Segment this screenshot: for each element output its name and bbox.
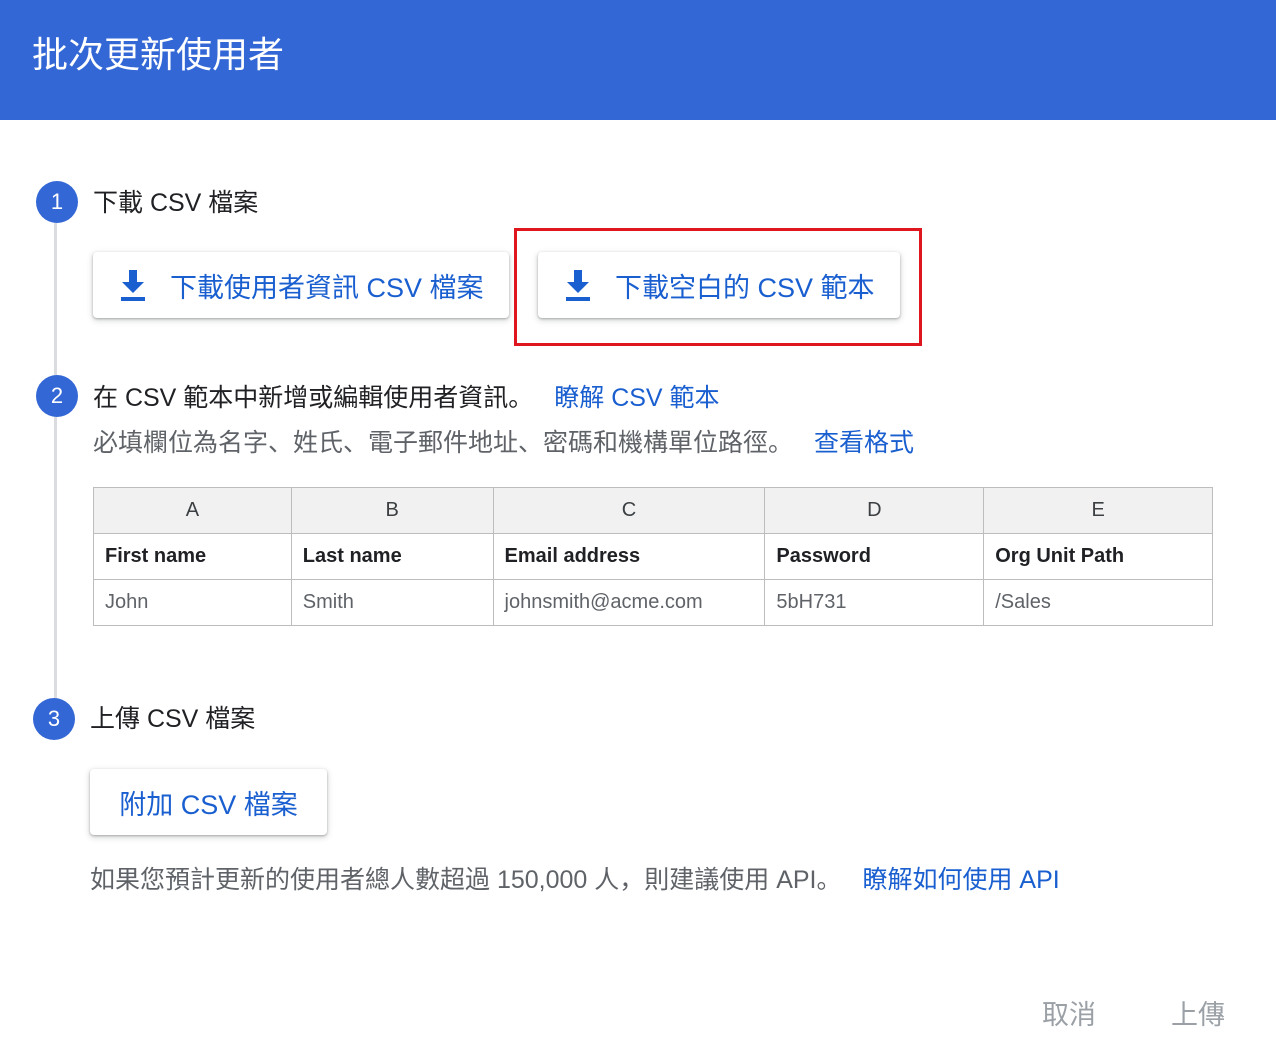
example-value-cell: /Sales bbox=[983, 579, 1213, 626]
step-2-badge: 2 bbox=[36, 375, 78, 417]
step-1-title: 下載 CSV 檔案 bbox=[93, 189, 259, 217]
step-2-title-row: 在 CSV 範本中新增或編輯使用者資訊。 瞭解 CSV 範本 bbox=[93, 380, 720, 416]
example-value-cell: Smith bbox=[290, 579, 494, 626]
column-header: A bbox=[93, 487, 292, 534]
column-header: E bbox=[983, 487, 1213, 534]
cancel-button[interactable]: 取消 bbox=[1042, 993, 1096, 1032]
field-name-cell: Org Unit Path bbox=[983, 533, 1213, 580]
download-user-info-label: 下載使用者資訊 CSV 檔案 bbox=[170, 272, 484, 303]
step-3-badge: 3 bbox=[33, 698, 75, 740]
api-note-text: 如果您預計更新的使用者總人數超過 150,000 人，則建議使用 API。 bbox=[90, 866, 842, 894]
highlight-box bbox=[514, 228, 922, 346]
download-user-info-button[interactable]: 下載使用者資訊 CSV 檔案 bbox=[93, 252, 509, 318]
learn-api-link[interactable]: 瞭解如何使用 API bbox=[862, 866, 1059, 894]
download-icon bbox=[121, 270, 145, 301]
table-row-fields: First name Last name Email address Passw… bbox=[93, 533, 1213, 580]
field-name-cell: Last name bbox=[290, 533, 494, 580]
field-name-cell: First name bbox=[93, 533, 292, 580]
step-3-title: 上傳 CSV 檔案 bbox=[90, 705, 256, 733]
column-letter-row: A B C D E bbox=[93, 487, 1213, 534]
step-1-badge: 1 bbox=[36, 181, 78, 223]
learn-csv-template-link[interactable]: 瞭解 CSV 範本 bbox=[554, 384, 719, 412]
dialog-header: 批次更新使用者 bbox=[0, 0, 1276, 120]
required-fields-text: 必填欄位為名字、姓氏、電子郵件地址、密碼和機構單位路徑。 bbox=[93, 429, 794, 457]
field-name-cell: Email address bbox=[492, 533, 766, 580]
attach-csv-label: 附加 CSV 檔案 bbox=[119, 789, 298, 820]
example-value-cell: johnsmith@acme.com bbox=[492, 579, 766, 626]
column-header: D bbox=[764, 487, 985, 534]
attach-csv-button[interactable]: 附加 CSV 檔案 bbox=[90, 769, 327, 835]
dialog-title: 批次更新使用者 bbox=[32, 34, 285, 75]
column-header: B bbox=[290, 487, 494, 534]
step-2-title: 在 CSV 範本中新增或編輯使用者資訊。 bbox=[93, 384, 534, 412]
view-format-link[interactable]: 查看格式 bbox=[814, 429, 914, 457]
upload-button[interactable]: 上傳 bbox=[1171, 993, 1225, 1032]
column-header: C bbox=[492, 487, 766, 534]
table-row-example: John Smith johnsmith@acme.com 5bH731 /Sa… bbox=[93, 579, 1213, 626]
step-timeline bbox=[54, 200, 57, 720]
field-name-cell: Password bbox=[764, 533, 985, 580]
api-note-row: 如果您預計更新的使用者總人數超過 150,000 人，則建議使用 API。 瞭解… bbox=[90, 862, 1060, 898]
example-value-cell: John bbox=[93, 579, 292, 626]
required-fields-row: 必填欄位為名字、姓氏、電子郵件地址、密碼和機構單位路徑。 查看格式 bbox=[93, 425, 914, 461]
csv-example-table: A B C D E First name Last name Email add… bbox=[93, 487, 1213, 626]
example-value-cell: 5bH731 bbox=[764, 579, 985, 626]
